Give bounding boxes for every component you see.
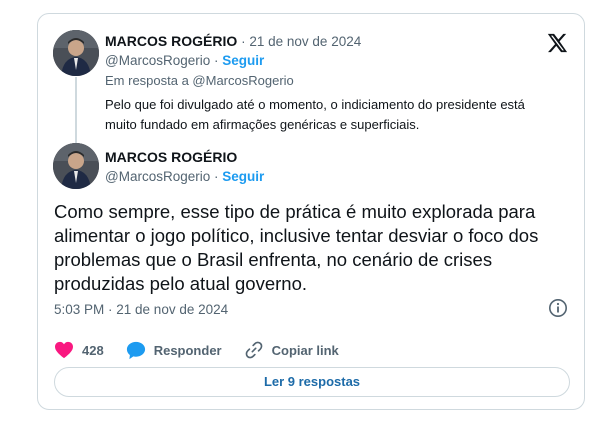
tweet-text-line: alimentar o jogo político, inclusive ten…	[54, 225, 539, 246]
author-name-text[interactable]: MARCOS ROGÉRIO	[105, 33, 237, 49]
author-handle-row: @MarcosRogerio · Seguir	[105, 169, 264, 184]
reply-bubble-icon	[126, 341, 145, 359]
x-logo-icon[interactable]	[546, 32, 568, 54]
tweet-text-line: problemas que o Brasil enfrenta, no cená…	[54, 249, 493, 270]
tweet-text-line: Como sempre, esse tipo de prática é muit…	[54, 201, 536, 222]
tweet-card: MARCOS ROGÉRIO · 21 de nov de 2024 @Marc…	[37, 13, 585, 410]
tweet-text: Como sempre, esse tipo de prática é muit…	[54, 200, 554, 296]
tweet-text-line: produzidas pelo atual governo.	[54, 273, 308, 294]
heart-icon	[55, 341, 73, 359]
copy-link-label: Copiar link	[271, 342, 339, 358]
author-name[interactable]: MARCOS ROGÉRIO	[105, 149, 237, 165]
parent-tweet-line: Pelo que foi divulgado até o momento, o …	[105, 97, 525, 112]
reply-button[interactable]: Responder	[126, 341, 222, 360]
post-date: · 21 de nov de 2024	[241, 34, 362, 49]
avatar[interactable]	[53, 143, 99, 189]
link-icon	[245, 341, 262, 359]
thread-line	[75, 77, 77, 146]
parent-tweet-line: muito fundado em afirmações genéricas e …	[105, 117, 420, 132]
reply-to-label: Em resposta a @MarcosRogerio	[105, 73, 294, 88]
follow-button[interactable]: Seguir	[222, 53, 264, 68]
action-bar: 428 Responder Copiar link	[54, 339, 361, 361]
info-icon[interactable]	[548, 298, 568, 318]
copy-link-button[interactable]: Copiar link	[244, 340, 339, 360]
like-count: 428	[82, 342, 104, 358]
follow-button[interactable]: Seguir	[222, 169, 264, 184]
author-handle[interactable]: @MarcosRogerio ·	[105, 169, 218, 184]
tweet-timestamp[interactable]: 5:03 PM · 21 de nov de 2024	[54, 302, 228, 317]
parent-tweet-text: Pelo que foi divulgado até o momento, o …	[105, 95, 565, 135]
reply-label: Responder	[153, 342, 222, 358]
author-handle-row: @MarcosRogerio · Seguir	[105, 53, 264, 68]
author-name[interactable]: MARCOS ROGÉRIO · 21 de nov de 2024	[105, 33, 361, 49]
avatar[interactable]	[53, 30, 99, 76]
like-button[interactable]: 428	[54, 341, 104, 359]
read-replies-button[interactable]: Ler 9 respostas	[54, 367, 570, 397]
author-handle[interactable]: @MarcosRogerio ·	[105, 53, 218, 68]
